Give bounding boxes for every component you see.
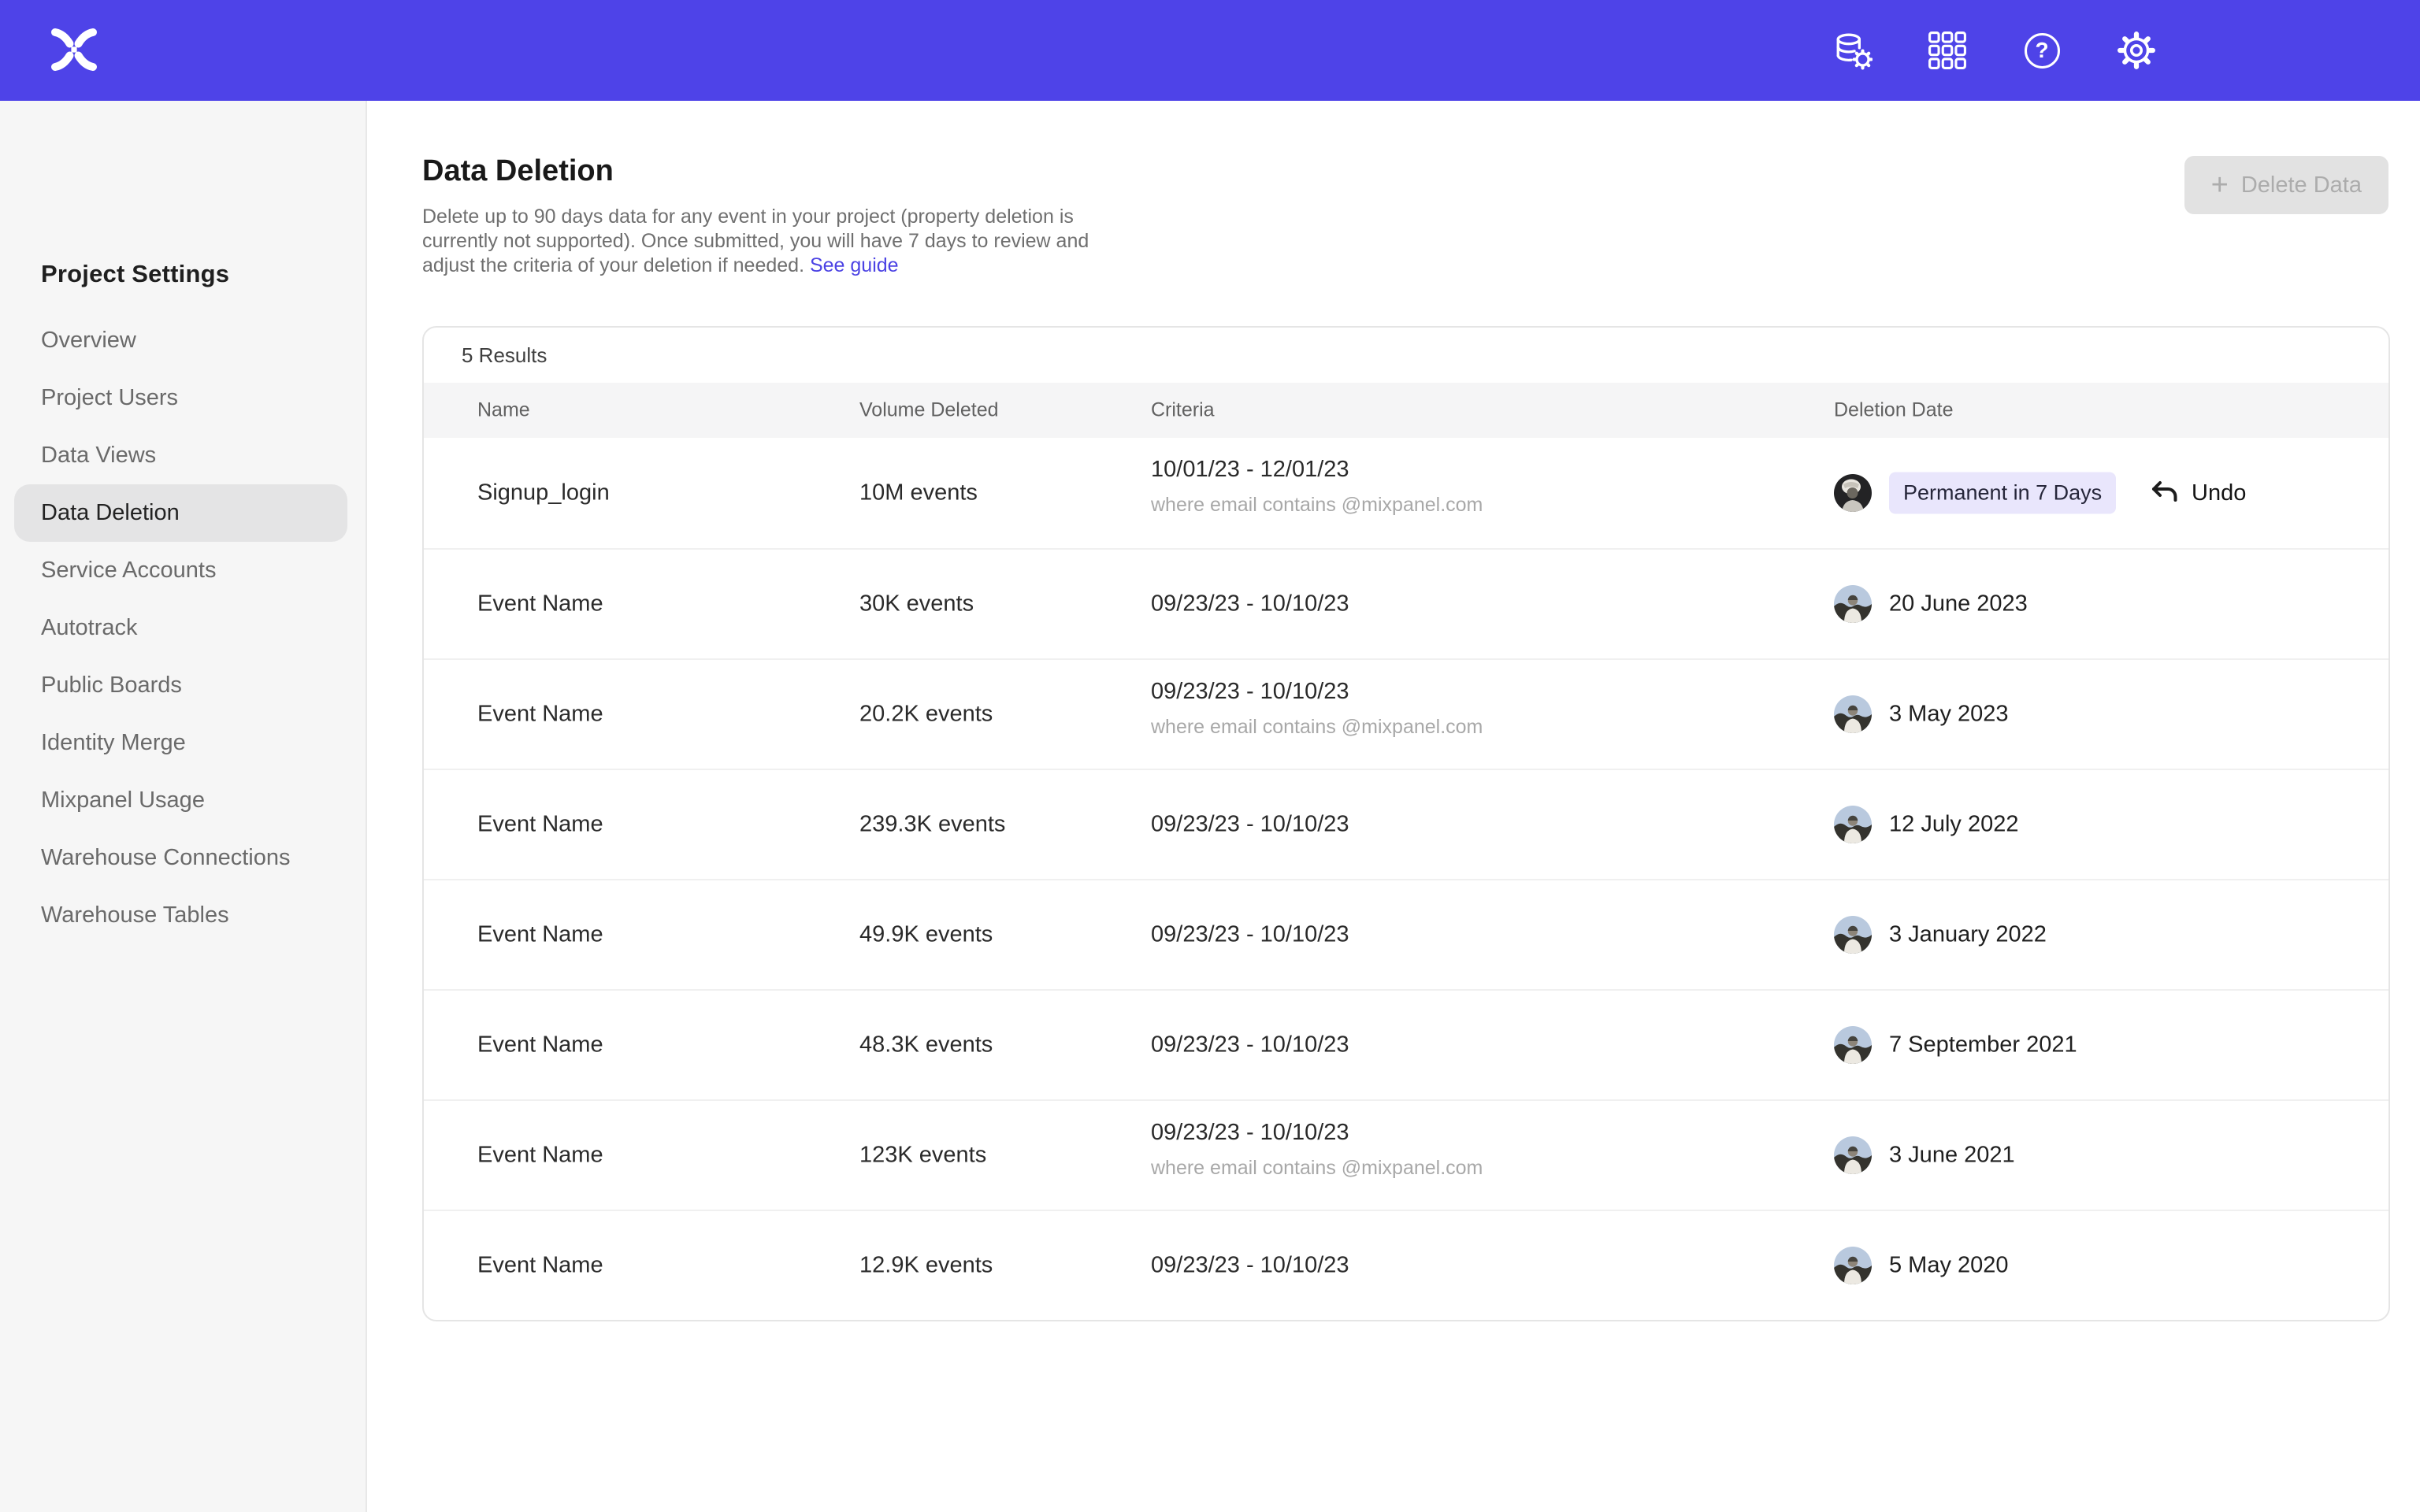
mixpanel-logo[interactable]	[49, 27, 99, 72]
row-volume: 10M events	[859, 480, 978, 506]
question-mark-glyph	[2025, 33, 2060, 69]
sidebar-item-data-deletion[interactable]: Data Deletion	[14, 484, 347, 542]
row-criteria: 09/23/23 - 10/10/23 where email contains…	[1151, 1120, 1483, 1180]
deletion-date: 20 June 2023	[1889, 591, 2028, 617]
avatar	[1834, 806, 1872, 843]
topbar	[0, 0, 2420, 101]
table-row: Event Name 20.2K events 09/23/23 - 10/10…	[424, 658, 2388, 769]
avatar	[1834, 1136, 1872, 1174]
deletion-date: 12 July 2022	[1889, 812, 2018, 838]
column-header-deletion-date: Deletion Date	[1834, 399, 1953, 422]
undo-icon	[2149, 477, 2181, 509]
see-guide-link[interactable]: See guide	[810, 254, 899, 276]
delete-data-label: Delete Data	[2241, 172, 2362, 198]
status-badge: Permanent in 7 Days	[1889, 472, 2116, 514]
help-icon[interactable]	[2021, 30, 2062, 71]
description-line: adjust the criteria of your deletion if …	[422, 254, 810, 276]
row-name: Event Name	[477, 922, 603, 948]
sidebar-item-mixpanel-usage[interactable]: Mixpanel Usage	[14, 772, 347, 829]
column-header-name: Name	[477, 399, 530, 422]
deletion-date: 3 January 2022	[1889, 922, 2047, 948]
row-name: Signup_login	[477, 480, 610, 506]
sidebar: Project Settings Overview Project Users …	[0, 101, 367, 1512]
avatar	[1834, 916, 1872, 954]
deletion-date: 3 May 2023	[1889, 702, 2009, 728]
sidebar-item-autotrack[interactable]: Autotrack	[14, 599, 347, 657]
row-criteria: 09/23/23 - 10/10/23 where email contains…	[1151, 679, 1483, 739]
deletion-table-card: 5 Results Name Volume Deleted Criteria D…	[422, 326, 2390, 1321]
table-row: Signup_login 10M events 10/01/23 - 12/01…	[424, 438, 2388, 548]
undo-label: Undo	[2192, 480, 2246, 506]
column-header-volume: Volume Deleted	[859, 399, 999, 422]
sidebar-item-identity-merge[interactable]: Identity Merge	[14, 714, 347, 772]
row-name: Event Name	[477, 702, 603, 728]
row-volume: 123K events	[859, 1143, 986, 1169]
page-description: Delete up to 90 days data for any event …	[422, 205, 1210, 278]
sidebar-item-service-accounts[interactable]: Service Accounts	[14, 542, 347, 599]
undo-button[interactable]: Undo	[2149, 477, 2246, 509]
sidebar-item-warehouse-connections[interactable]: Warehouse Connections	[14, 829, 347, 887]
settings-icon[interactable]	[2116, 30, 2157, 71]
description-line: Delete up to 90 days data for any event …	[422, 205, 1210, 229]
column-header-criteria: Criteria	[1151, 399, 1215, 422]
plus-icon	[2211, 170, 2229, 200]
row-criteria: 09/23/23 - 10/10/23	[1151, 1032, 1349, 1058]
row-volume: 20.2K events	[859, 702, 993, 728]
row-volume: 49.9K events	[859, 922, 993, 948]
row-criteria: 09/23/23 - 10/10/23	[1151, 922, 1349, 948]
row-name: Event Name	[477, 1143, 603, 1169]
table-row: Event Name 12.9K events 09/23/23 - 10/10…	[424, 1210, 2388, 1320]
description-line: currently not supported). Once submitted…	[422, 229, 1210, 254]
page-title: Data Deletion	[422, 154, 614, 188]
row-criteria: 09/23/23 - 10/10/23	[1151, 812, 1349, 838]
table-header: Name Volume Deleted Criteria Deletion Da…	[424, 383, 2388, 438]
table-row: Event Name 48.3K events 09/23/23 - 10/10…	[424, 989, 2388, 1099]
avatar	[1834, 474, 1872, 512]
row-criteria: 09/23/23 - 10/10/23	[1151, 591, 1349, 617]
delete-data-button[interactable]: Delete Data	[2184, 156, 2388, 214]
avatar	[1834, 1247, 1872, 1284]
row-criteria: 10/01/23 - 12/01/23 where email contains…	[1151, 457, 1483, 517]
sidebar-nav: Overview Project Users Data Views Data D…	[14, 312, 347, 944]
table-row: Event Name 49.9K events 09/23/23 - 10/10…	[424, 879, 2388, 989]
apps-grid-icon[interactable]	[1927, 30, 1968, 71]
row-volume: 30K events	[859, 591, 974, 617]
avatar	[1834, 585, 1872, 623]
row-volume: 48.3K events	[859, 1032, 993, 1058]
table-row: Event Name 123K events 09/23/23 - 10/10/…	[424, 1099, 2388, 1210]
sidebar-item-warehouse-tables[interactable]: Warehouse Tables	[14, 887, 347, 944]
row-name: Event Name	[477, 591, 603, 617]
sidebar-item-overview[interactable]: Overview	[14, 312, 347, 369]
row-name: Event Name	[477, 1253, 603, 1279]
data-management-icon[interactable]	[1832, 30, 1873, 71]
row-volume: 12.9K events	[859, 1253, 993, 1279]
table-row: Event Name 30K events 09/23/23 - 10/10/2…	[424, 548, 2388, 658]
row-volume: 239.3K events	[859, 812, 1005, 838]
row-name: Event Name	[477, 1032, 603, 1058]
sidebar-heading: Project Settings	[41, 260, 229, 288]
sidebar-item-public-boards[interactable]: Public Boards	[14, 657, 347, 714]
results-count: 5 Results	[424, 328, 2388, 383]
deletion-date: 5 May 2020	[1889, 1253, 2009, 1279]
row-criteria: 09/23/23 - 10/10/23	[1151, 1253, 1349, 1279]
avatar	[1834, 695, 1872, 733]
topbar-icons	[1832, 0, 2157, 101]
deletion-date: 7 September 2021	[1889, 1032, 2077, 1058]
sidebar-item-data-views[interactable]: Data Views	[14, 427, 347, 484]
avatar	[1834, 1026, 1872, 1064]
deletion-date: 3 June 2021	[1889, 1143, 2015, 1169]
row-name: Event Name	[477, 812, 603, 838]
sidebar-item-project-users[interactable]: Project Users	[14, 369, 347, 427]
table-row: Event Name 239.3K events 09/23/23 - 10/1…	[424, 769, 2388, 879]
